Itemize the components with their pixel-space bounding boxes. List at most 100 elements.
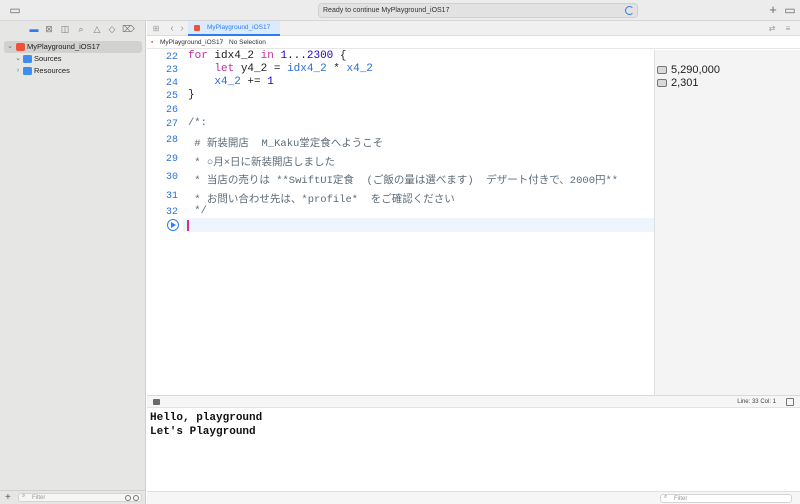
line-number: 29 xyxy=(165,154,178,165)
quick-look-icon[interactable] xyxy=(657,79,667,87)
line-number: 32 xyxy=(165,207,178,218)
folder-icon[interactable]: ▬ xyxy=(28,23,40,35)
code-line-22[interactable]: for idx4_2 in 1...2300 { xyxy=(188,50,347,62)
line-number: 26 xyxy=(165,105,178,116)
line-number: 22 xyxy=(165,52,178,63)
result-value: 2,301 xyxy=(671,77,699,89)
jumpbar-separator: 〉 xyxy=(220,39,227,46)
code-line-24[interactable]: x4_2 += 1 xyxy=(188,76,274,88)
swift-file-icon xyxy=(194,25,200,31)
line-number: 23 xyxy=(165,65,178,76)
code-editor[interactable]: 22 for idx4_2 in 1...2300 { 23 let y4_2 … xyxy=(147,50,654,395)
progress-spinner-icon xyxy=(625,6,634,15)
search-icon[interactable]: ⌕ xyxy=(75,23,87,35)
tree-item-label: Resources xyxy=(34,66,70,75)
editor-tab-bar: ⊞ ‹ › MyPlayground_iOS17 ⇄ ≡ xyxy=(147,21,800,36)
code-line-25[interactable]: } xyxy=(188,89,195,101)
test-icon[interactable]: ◇ xyxy=(106,23,118,35)
play-icon xyxy=(171,222,176,228)
keyword-for: for xyxy=(188,50,208,62)
issue-warning-icon[interactable]: △ xyxy=(91,23,103,35)
tree-item-label: MyPlayground_iOS17 xyxy=(27,42,100,51)
navigator-footer: + ⌕ Filter xyxy=(0,490,146,504)
filter-placeholder: Filter xyxy=(674,496,688,502)
bookmark-icon[interactable]: ◫ xyxy=(59,23,71,35)
tree-item-label: Sources xyxy=(34,54,62,63)
folder-icon xyxy=(23,55,32,63)
chevron-down-icon[interactable]: ⌄ xyxy=(14,53,22,65)
editor-options-icon[interactable]: ≡ xyxy=(783,23,793,34)
tab-label: MyPlayground_iOS17 xyxy=(207,24,271,31)
breakpoint-icon[interactable]: ⌦ xyxy=(122,23,135,35)
tree-item-playground[interactable]: ⌄ MyPlayground_iOS17 xyxy=(4,41,142,53)
console-footer: ⌕ Filter xyxy=(147,491,800,504)
back-chevron-icon[interactable]: ‹ xyxy=(167,23,177,34)
text-cursor xyxy=(187,220,189,231)
console-output[interactable]: Hello, playground Let's Playground xyxy=(147,409,800,491)
project-navigator: ▬ ⊠ ◫ ⌕ △ ◇ ⌦ ⌄ MyPlayground_iOS17 ⌄ Sou… xyxy=(0,21,146,504)
code-token: = xyxy=(273,63,281,75)
stop-button[interactable] xyxy=(153,399,160,405)
chevron-down-icon[interactable]: ⌄ xyxy=(6,41,14,53)
filter-icon: ⌕ xyxy=(22,493,26,499)
code-line-23[interactable]: let y4_2 = idx4_2 * x4_2 xyxy=(188,63,373,75)
swift-file-icon: ▪ xyxy=(151,39,154,46)
comment-line[interactable]: */ xyxy=(188,205,207,217)
tree-item-resources[interactable]: › Resources xyxy=(4,65,142,77)
run-to-line-button[interactable] xyxy=(167,219,179,231)
keyword-let: let xyxy=(214,63,235,75)
filter-icon: ⌕ xyxy=(664,494,668,500)
line-number: 25 xyxy=(165,91,178,102)
tab-myplayground[interactable]: MyPlayground_iOS17 xyxy=(188,21,280,36)
jumpbar-file[interactable]: MyPlayground_iOS17 xyxy=(160,37,223,49)
range-operator: ... xyxy=(287,50,307,62)
recent-files-icon[interactable] xyxy=(125,495,131,501)
comment-line[interactable]: * 当店の売りは **SwiftUI定食 (ご飯の量は選べます) デザート付きで… xyxy=(188,172,618,187)
quick-look-icon[interactable] xyxy=(657,66,667,74)
line-number: 24 xyxy=(165,78,178,89)
source-control-icon[interactable]: ⊠ xyxy=(43,23,55,35)
code-token: * xyxy=(333,63,340,75)
panel-toggle-icon[interactable] xyxy=(786,398,794,406)
add-icon[interactable]: + xyxy=(766,3,780,17)
line-number: 30 xyxy=(165,172,178,183)
comment-line[interactable]: * ○月×日に新装開店しました xyxy=(188,154,335,169)
console-line: Hello, playground xyxy=(150,412,263,424)
refresh-icon[interactable]: ⇄ xyxy=(767,23,777,34)
status-text: Ready to continue MyPlayground_iOS17 xyxy=(323,7,450,14)
comment-line[interactable]: /*: xyxy=(188,117,207,129)
filter-placeholder: Filter xyxy=(32,495,46,501)
navigator-filter-field[interactable]: ⌕ Filter xyxy=(18,493,142,502)
line-number: 28 xyxy=(165,135,178,146)
number-literal: 1 xyxy=(267,76,274,88)
code-token: idx4_2 xyxy=(287,63,327,75)
current-line-highlight xyxy=(183,218,654,232)
inspector-toggle-icon[interactable]: ▭ xyxy=(783,3,797,17)
folder-icon xyxy=(23,67,32,75)
chevron-right-icon[interactable]: › xyxy=(14,65,22,77)
tree-item-sources[interactable]: ⌄ Sources xyxy=(4,53,142,65)
sidebar-toggle-icon[interactable]: ▭ xyxy=(8,3,22,17)
related-items-icon[interactable]: ⊞ xyxy=(151,23,161,34)
forward-chevron-icon[interactable]: › xyxy=(177,23,187,34)
scm-filter-icon[interactable] xyxy=(133,495,139,501)
console-line: Let's Playground xyxy=(150,426,256,438)
add-file-button[interactable]: + xyxy=(5,492,11,503)
line-number: 27 xyxy=(165,119,178,130)
comment-line[interactable]: * お問い合わせ先は、*profile* をご確認ください xyxy=(188,191,454,206)
jump-bar: ▪ MyPlayground_iOS17 〉 No Selection xyxy=(147,37,800,49)
code-token: } xyxy=(188,89,195,101)
code-token: idx4_2 xyxy=(214,50,255,62)
results-sidebar: 5,290,000 2,301 xyxy=(654,50,800,395)
debug-bar: Line: 33 Col: 1 xyxy=(147,395,800,408)
line-number: 31 xyxy=(165,191,178,202)
code-token: x4_2 xyxy=(346,63,373,75)
jumpbar-selection[interactable]: No Selection xyxy=(229,37,266,49)
swift-file-icon xyxy=(16,43,25,51)
number-literal: 2300 xyxy=(306,50,334,62)
keyword-in: in xyxy=(260,50,274,62)
code-token: x4_2 xyxy=(214,76,241,88)
result-value: 5,290,000 xyxy=(671,64,720,76)
console-filter-field[interactable]: ⌕ Filter xyxy=(660,494,792,503)
comment-line[interactable]: # 新装開店 M_Kaku堂定食へようこそ xyxy=(188,135,383,150)
